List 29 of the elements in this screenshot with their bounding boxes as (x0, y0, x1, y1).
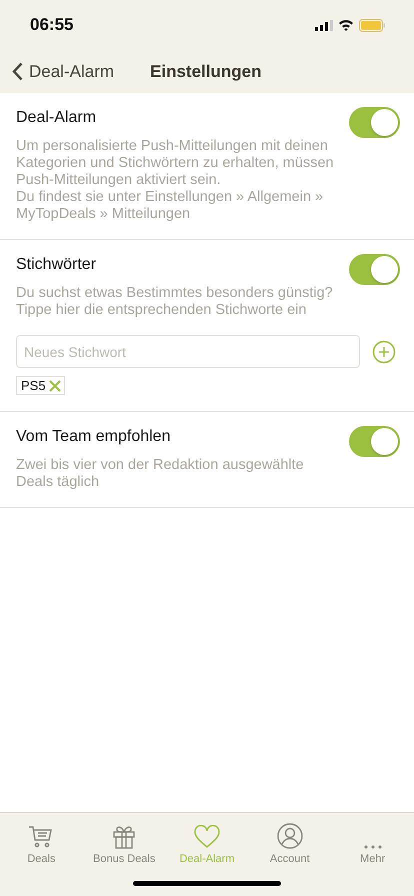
section-title: Vom Team empfohlen (16, 428, 170, 446)
remove-icon[interactable] (48, 380, 61, 392)
battery-icon (359, 18, 386, 32)
toggle-switch[interactable] (349, 107, 400, 138)
toggle-switch[interactable] (349, 254, 400, 285)
chevron-left-icon (12, 62, 23, 81)
keyword-input[interactable]: Neues Stichwort (16, 335, 360, 368)
add-icon[interactable] (372, 340, 396, 364)
back-button[interactable]: Deal-Alarm (12, 62, 114, 82)
section-description: Um personalisierte Push-Mitteilungen mit deinen Kategorien und Stichwörtern zu erhalten, müssen Push-Mitteilungen aktiviert sein. Du findest sie unter Einstellungen » Allgemein » MyTopDeals » Mitteilungen (16, 138, 335, 223)
status-time: 06:55 (30, 15, 74, 35)
more-icon (364, 845, 382, 849)
tab-item[interactable]: Deal-Alarm (166, 819, 248, 869)
cart-icon (28, 825, 54, 849)
section-title: Deal-Alarm (16, 109, 96, 127)
page-title: Einstellungen (150, 62, 262, 82)
tab-item[interactable]: Account (248, 819, 332, 869)
wifi-icon (338, 19, 354, 31)
section-title: Stichwörter (16, 256, 96, 274)
section-description: Du suchst etwas Bestimmtes besonders günstig? Tippe hier die entsprechenden Stichworte ein (16, 285, 334, 319)
heart-icon (194, 825, 220, 849)
person-icon (276, 823, 303, 849)
tab-item[interactable]: Mehr (331, 819, 414, 869)
section-description: Zwei bis vier von der Redaktion ausgewählte Deals täglich (16, 457, 305, 491)
signal-icon (315, 20, 333, 30)
tab-item[interactable]: Bonus Deals (82, 819, 166, 869)
tab-item[interactable]: Deals (0, 819, 83, 869)
keyword-tag: PS5 (16, 376, 65, 395)
toggle-switch[interactable] (349, 426, 400, 457)
